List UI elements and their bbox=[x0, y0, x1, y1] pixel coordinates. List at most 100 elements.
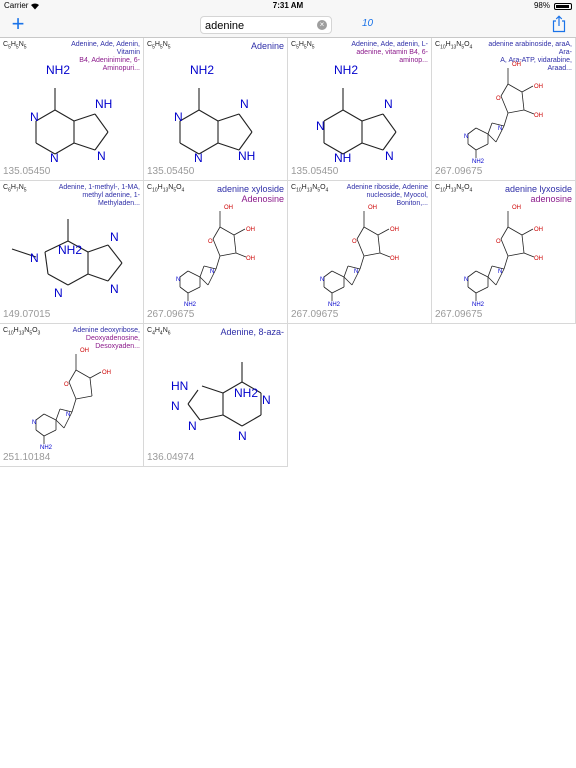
result-count: 10 bbox=[362, 18, 374, 29]
add-button[interactable]: + bbox=[8, 13, 28, 35]
atom-label: OH bbox=[534, 84, 543, 90]
exact-mass: 251.10184 bbox=[3, 452, 51, 463]
result-card[interactable]: C5H5N5 Adenine, Ade, adenin, L- adenine,… bbox=[288, 38, 432, 181]
atom-label: OH bbox=[368, 205, 377, 211]
atom-label: O bbox=[496, 239, 501, 245]
atom-label: N bbox=[97, 149, 106, 163]
atom-label: OH bbox=[512, 205, 521, 211]
result-card[interactable]: C5H5N5 Adenine, Ade, Adenin, Vitamin B4,… bbox=[0, 38, 144, 181]
atom-label: N bbox=[30, 110, 39, 124]
atom-label: OH bbox=[534, 227, 543, 233]
result-card[interactable]: C10H13N5O3 Adenine deoxyribose, Deoxyade… bbox=[0, 324, 144, 467]
atom-label: NH bbox=[334, 151, 351, 165]
atom-label: NH2 bbox=[184, 302, 197, 308]
atom-label: N bbox=[498, 126, 502, 132]
atom-label: HN bbox=[171, 379, 188, 393]
atom-label: OH bbox=[390, 256, 399, 262]
molecule-structure: OH O OH OH N N NH2 bbox=[464, 62, 543, 165]
atom-label: OH bbox=[102, 370, 111, 376]
atom-label: N bbox=[54, 286, 63, 300]
exact-mass: 267.09675 bbox=[435, 309, 483, 320]
atom-label: N bbox=[498, 269, 502, 275]
search-box[interactable]: × bbox=[200, 16, 332, 34]
atom-label: N bbox=[32, 420, 36, 426]
atom-label: N bbox=[354, 269, 358, 275]
atom-label: NH2 bbox=[190, 63, 214, 77]
atom-label: N bbox=[174, 110, 183, 124]
result-card[interactable]: C4H4N6 Adenine, 8-aza- NH2 HN N N N N 13… bbox=[144, 324, 288, 467]
atom-label: N bbox=[316, 119, 325, 133]
atom-label: N bbox=[320, 277, 324, 283]
result-card[interactable]: C6H7N5 Adenine, 1-methyl-, 1-MA, methyl … bbox=[0, 181, 144, 324]
atom-label: OH bbox=[224, 205, 233, 211]
atom-label: OH bbox=[246, 256, 255, 262]
molecule-structure: NH2 N N N NH bbox=[174, 63, 255, 165]
atom-label: N bbox=[464, 134, 468, 140]
atom-label: N bbox=[384, 97, 393, 111]
molecule-structure: OH O OH OH N N NH2 bbox=[320, 205, 399, 308]
atom-label: N bbox=[176, 277, 180, 283]
exact-mass: 135.05450 bbox=[291, 166, 339, 177]
atom-label: OH bbox=[80, 348, 89, 354]
clock: 7:31 AM bbox=[272, 1, 304, 10]
atom-label: NH2 bbox=[334, 63, 358, 77]
result-card[interactable]: C10H13N5O4 adenine lyxoside adenosine OH… bbox=[432, 181, 576, 324]
atom-label: O bbox=[352, 239, 357, 245]
exact-mass: 135.05450 bbox=[3, 166, 51, 177]
exact-mass: 136.04974 bbox=[147, 452, 195, 463]
atom-label: NH bbox=[95, 97, 112, 111]
atom-label: OH bbox=[534, 113, 543, 119]
result-card[interactable]: C10H13N5O4 adenine xyloside Adenosine OH… bbox=[144, 181, 288, 324]
search-input[interactable] bbox=[205, 18, 315, 33]
battery-icon bbox=[554, 3, 572, 10]
atom-label: OH bbox=[512, 62, 521, 68]
atom-label: OH bbox=[390, 227, 399, 233]
atom-label: OH bbox=[534, 256, 543, 262]
molecule-structure: OH O OH N N NH2 bbox=[32, 348, 111, 451]
atom-label: O bbox=[496, 96, 501, 102]
exact-mass: 135.05450 bbox=[147, 166, 195, 177]
atom-label: N bbox=[210, 269, 214, 275]
molecule-structure: OH O OH OH N N NH2 bbox=[176, 205, 255, 308]
toolbar: + × 10 bbox=[0, 12, 576, 38]
molecule-structure: NH2 N N NH N bbox=[30, 63, 112, 165]
atom-label: NH2 bbox=[234, 386, 258, 400]
atom-label: O bbox=[64, 382, 69, 388]
molecule-structure: NH2 N NH N N bbox=[316, 63, 397, 165]
atom-label: NH2 bbox=[472, 159, 485, 165]
atom-label: N bbox=[110, 230, 119, 244]
result-card[interactable]: C5H5N5 Adenine NH2 N N N NH 135.05450 bbox=[144, 38, 288, 181]
atom-label: N bbox=[110, 282, 119, 296]
atom-label: N bbox=[464, 277, 468, 283]
atom-label: N bbox=[188, 419, 197, 433]
atom-label: N bbox=[171, 399, 180, 413]
atom-label: NH2 bbox=[58, 243, 82, 257]
exact-mass: 149.07015 bbox=[3, 309, 51, 320]
atom-label: N bbox=[66, 412, 70, 418]
atom-label: N bbox=[238, 429, 247, 443]
clear-search-icon[interactable]: × bbox=[317, 20, 327, 30]
atom-label: NH2 bbox=[40, 445, 53, 451]
atom-label: NH bbox=[238, 149, 255, 163]
result-card[interactable]: C10H13N5O4 adenine arabinoside, araA, Ar… bbox=[432, 38, 576, 181]
status-bar: Carrier 7:31 AM 98% bbox=[0, 0, 576, 12]
atom-label: NH2 bbox=[472, 302, 485, 308]
molecule-structure: NH2 N N N N bbox=[11, 219, 123, 300]
result-card[interactable]: C10H13N5O4 Adenine riboside, Adenine nuc… bbox=[288, 181, 432, 324]
share-icon[interactable] bbox=[552, 15, 566, 33]
atom-label: OH bbox=[246, 227, 255, 233]
exact-mass: 267.09675 bbox=[147, 309, 195, 320]
exact-mass: 267.09675 bbox=[291, 309, 339, 320]
atom-label: NH2 bbox=[328, 302, 341, 308]
atom-label: NH2 bbox=[46, 63, 70, 77]
atom-label: N bbox=[30, 251, 39, 265]
atom-label: N bbox=[262, 393, 271, 407]
molecule-structure: OH O OH OH N N NH2 bbox=[464, 205, 543, 308]
exact-mass: 267.09675 bbox=[435, 166, 483, 177]
molecule-structure: NH2 HN N N N N bbox=[171, 362, 271, 443]
atom-label: N bbox=[385, 149, 394, 163]
atom-label: N bbox=[240, 97, 249, 111]
atom-label: N bbox=[50, 151, 59, 165]
atom-label: N bbox=[194, 151, 203, 165]
battery-percent: 98% bbox=[533, 1, 550, 10]
